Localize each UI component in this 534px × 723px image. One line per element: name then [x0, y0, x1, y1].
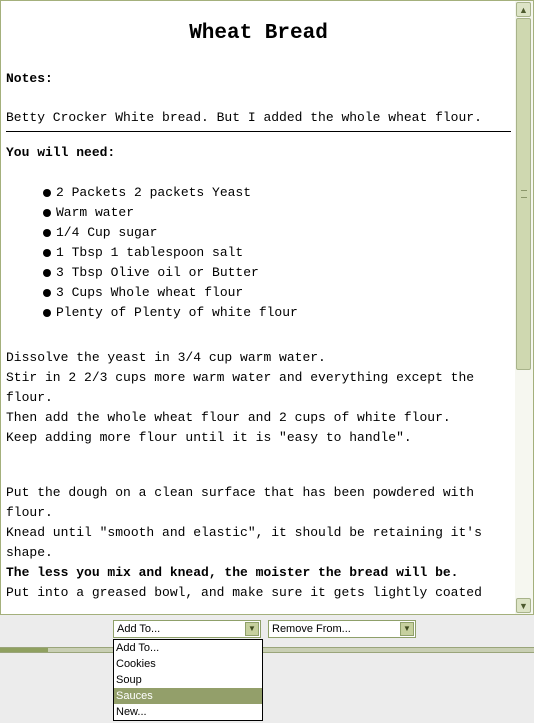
step-line: Keep adding more flour until it is "easy…	[6, 430, 412, 445]
grip-icon	[521, 190, 527, 198]
add-to-dropdown-list[interactable]: Add To... Cookies Soup Sauces New...	[113, 639, 263, 721]
add-to-value: Add To...	[117, 623, 161, 635]
bullet-icon	[43, 289, 51, 297]
chevron-down-icon[interactable]: ▼	[400, 622, 414, 636]
dropdown-option[interactable]: Cookies	[114, 656, 262, 672]
bullet-icon	[43, 209, 51, 217]
bullet-icon	[43, 309, 51, 317]
step-line: flour.	[6, 390, 53, 405]
divider	[6, 131, 511, 132]
ingredient-item: 2 Packets 2 packets Yeast	[42, 183, 511, 203]
ingredient-item: 3 Tbsp Olive oil or Butter	[42, 263, 511, 283]
status-fill	[0, 648, 48, 652]
step-line: flour.	[6, 505, 53, 520]
vertical-scrollbar[interactable]: ▲ ▼	[515, 1, 533, 614]
step-line: Stir in 2 2/3 cups more warm water and e…	[6, 370, 475, 385]
ingredient-item: Warm water	[42, 203, 511, 223]
bottom-toolbar: Add To... ▼ Remove From... ▼	[0, 615, 534, 647]
bullet-icon	[43, 269, 51, 277]
dropdown-option[interactable]: Soup	[114, 672, 262, 688]
step-line: Put into a greased bowl, and make sure i…	[6, 585, 482, 600]
dropdown-option[interactable]: Add To...	[114, 640, 262, 656]
bullet-icon	[43, 189, 51, 197]
steps-block-1: Dissolve the yeast in 3/4 cup warm water…	[6, 348, 511, 448]
step-line: Knead until "smooth and elastic", it sho…	[6, 525, 482, 540]
recipe-content: Wheat Bread Notes: Betty Crocker White b…	[6, 1, 511, 614]
dropdown-option[interactable]: New...	[114, 704, 262, 720]
scroll-thumb[interactable]	[516, 18, 531, 370]
recipe-title: Wheat Bread	[189, 22, 328, 45]
ingredient-item: 3 Cups Whole wheat flour	[42, 283, 511, 303]
step-line: Dissolve the yeast in 3/4 cup warm water…	[6, 350, 326, 365]
bullet-icon	[43, 229, 51, 237]
remove-from-value: Remove From...	[272, 623, 351, 635]
notes-text: Betty Crocker White bread. But I added t…	[6, 110, 482, 125]
scroll-down-arrow-icon[interactable]: ▼	[516, 598, 531, 613]
need-label: You will need:	[6, 145, 116, 160]
ingredient-list: 2 Packets 2 packets Yeast Warm water 1/4…	[6, 183, 511, 323]
chevron-down-icon[interactable]: ▼	[245, 622, 259, 636]
bold-step: The less you mix and knead, the moister …	[6, 565, 459, 580]
dropdown-option-selected[interactable]: Sauces	[114, 688, 262, 704]
notes-label: Notes:	[6, 71, 53, 86]
recipe-window: Wheat Bread Notes: Betty Crocker White b…	[0, 0, 534, 615]
step-line: Put the dough on a clean surface that ha…	[6, 485, 475, 500]
step-line: shape.	[6, 545, 53, 560]
step-line: Then add the whole wheat flour and 2 cup…	[6, 410, 451, 425]
status-bar	[0, 647, 534, 653]
scroll-up-arrow-icon[interactable]: ▲	[516, 2, 531, 17]
add-to-select[interactable]: Add To... ▼	[113, 620, 261, 638]
ingredient-item: 1 Tbsp 1 tablespoon salt	[42, 243, 511, 263]
steps-block-2: Put the dough on a clean surface that ha…	[6, 483, 511, 603]
ingredient-item: Plenty of Plenty of white flour	[42, 303, 511, 323]
ingredient-item: 1/4 Cup sugar	[42, 223, 511, 243]
remove-from-select[interactable]: Remove From... ▼	[268, 620, 416, 638]
bullet-icon	[43, 249, 51, 257]
